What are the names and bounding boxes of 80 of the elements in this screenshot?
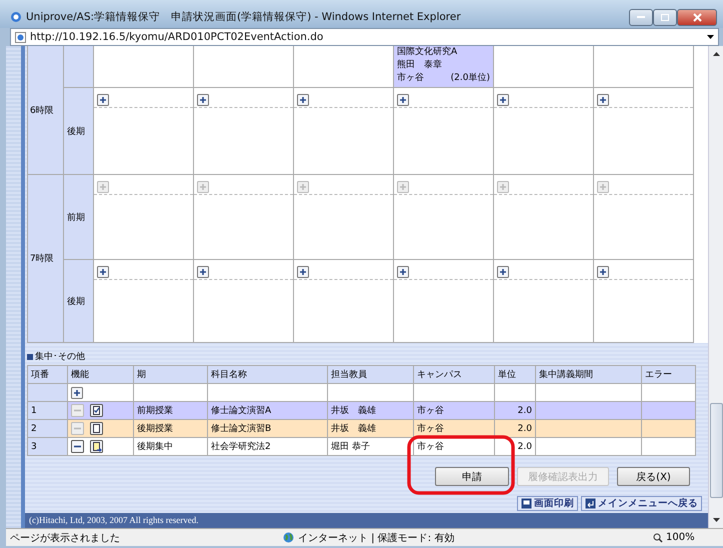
- add-icon[interactable]: [97, 266, 109, 278]
- column-header: 機能: [68, 366, 134, 384]
- term-label: 後期: [67, 296, 85, 308]
- close-icon: [692, 12, 702, 22]
- minimize-icon: [637, 16, 645, 18]
- table-cell: 3: [28, 438, 68, 456]
- add-icon[interactable]: [197, 94, 209, 106]
- page-icon: [15, 32, 26, 42]
- add-icon[interactable]: [97, 94, 109, 106]
- column-header: キャンパス: [414, 366, 494, 384]
- table-cell: 前期授業: [134, 402, 208, 420]
- zoom-control[interactable]: 100%: [653, 532, 723, 543]
- table-cell: 井坂 義雄: [328, 402, 414, 420]
- add-icon[interactable]: [497, 266, 509, 278]
- table-cell: 井坂 義雄: [328, 420, 414, 438]
- scroll-down-icon[interactable]: [712, 518, 720, 522]
- table-row[interactable]: 2 後期授業 修士論文演習B 井坂 義雄 市ヶ谷 2.0: [28, 420, 696, 438]
- period-label: 6時限: [28, 46, 64, 175]
- table-cell: 市ヶ谷: [414, 402, 494, 420]
- column-header: 単位: [494, 366, 536, 384]
- status-message: ページが表示されました: [9, 532, 121, 544]
- column-header: 科目名称: [208, 366, 328, 384]
- table-cell: 修士論文演習A: [208, 402, 328, 420]
- term-label: 後期: [67, 126, 85, 138]
- add-icon[interactable]: [71, 386, 83, 398]
- table-cell: 修士論文演習B: [208, 420, 328, 438]
- print-link[interactable]: 画面印刷: [517, 496, 578, 511]
- printer-icon: [521, 498, 532, 509]
- course-text: 国際文化研究A: [397, 46, 458, 59]
- period-label: 7時限: [28, 175, 64, 343]
- window-title: Uniprove/AS:学籍情報保守 申請状況画面(学籍情報保守) - Windows Internet Explorer: [26, 10, 462, 24]
- minimize-button[interactable]: [629, 8, 653, 26]
- address-field[interactable]: http://10.192.16.5/kyomu/ARD010PCT02EventAction.do: [10, 28, 719, 46]
- table-cell: 2: [28, 420, 68, 438]
- add-icon[interactable]: [397, 94, 409, 106]
- add-icon[interactable]: [597, 266, 609, 278]
- column-header: 項番: [28, 366, 68, 384]
- browser-icon: [10, 11, 22, 23]
- main-menu-link[interactable]: メインメニューへ戻る: [581, 496, 702, 511]
- column-header: エラー: [642, 366, 696, 384]
- zone-text: インターネット | 保護モード: 有効: [298, 532, 454, 544]
- term-label: 前期: [67, 212, 85, 224]
- credits-text: (2.0単位): [450, 72, 490, 85]
- table-cell: 後期授業: [134, 420, 208, 438]
- table-row[interactable]: 3 後期集中 社会学研究法2 堀田 恭子 市ヶ谷 2.0: [28, 438, 696, 456]
- document-arrow-icon[interactable]: [90, 440, 103, 453]
- maximize-icon: [661, 14, 669, 20]
- apply-button[interactable]: 申請: [435, 467, 509, 486]
- table-cell: 社会学研究法2: [208, 438, 328, 456]
- dropdown-icon[interactable]: [707, 35, 714, 39]
- back-button[interactable]: 戻る(X): [617, 467, 690, 486]
- copyright-text: (c)Hitachi, Ltd, 2003, 2007 All rights reserved.: [29, 515, 198, 525]
- remove-icon[interactable]: [71, 440, 84, 453]
- section-title: 集中･その他: [35, 350, 85, 363]
- close-button[interactable]: [677, 8, 717, 26]
- table-cell: 1: [28, 402, 68, 420]
- add-icon[interactable]: [597, 94, 609, 106]
- table-row[interactable]: 1 前期授業 修士論文演習A 井坂 義雄 市ヶ谷 2.0: [28, 402, 696, 420]
- bullet-icon: [27, 354, 33, 360]
- column-header: 担当教員: [328, 366, 414, 384]
- table-cell: 後期集中: [134, 438, 208, 456]
- url-text: http://10.192.16.5/kyomu/ARD010PCT02EventAction.do: [30, 31, 324, 43]
- course-text: 熊田 泰章: [397, 59, 443, 72]
- campus-text: 市ヶ谷: [397, 72, 424, 85]
- scrollbar-thumb[interactable]: [710, 403, 722, 498]
- add-icon[interactable]: [297, 94, 309, 106]
- globe-icon: [283, 532, 294, 543]
- add-icon[interactable]: [297, 266, 309, 278]
- column-header: 集中講義期間: [536, 366, 642, 384]
- return-icon: [585, 498, 596, 509]
- document-icon[interactable]: [90, 422, 103, 435]
- add-icon[interactable]: [497, 94, 509, 106]
- scroll-up-icon[interactable]: [712, 52, 720, 56]
- checked-document-icon[interactable]: [90, 404, 103, 417]
- add-icon[interactable]: [397, 266, 409, 278]
- add-icon[interactable]: [197, 266, 209, 278]
- magnifier-icon: [653, 532, 663, 542]
- table-cell: 2.0: [494, 402, 536, 420]
- column-header: 期: [134, 366, 208, 384]
- maximize-button[interactable]: [653, 8, 677, 26]
